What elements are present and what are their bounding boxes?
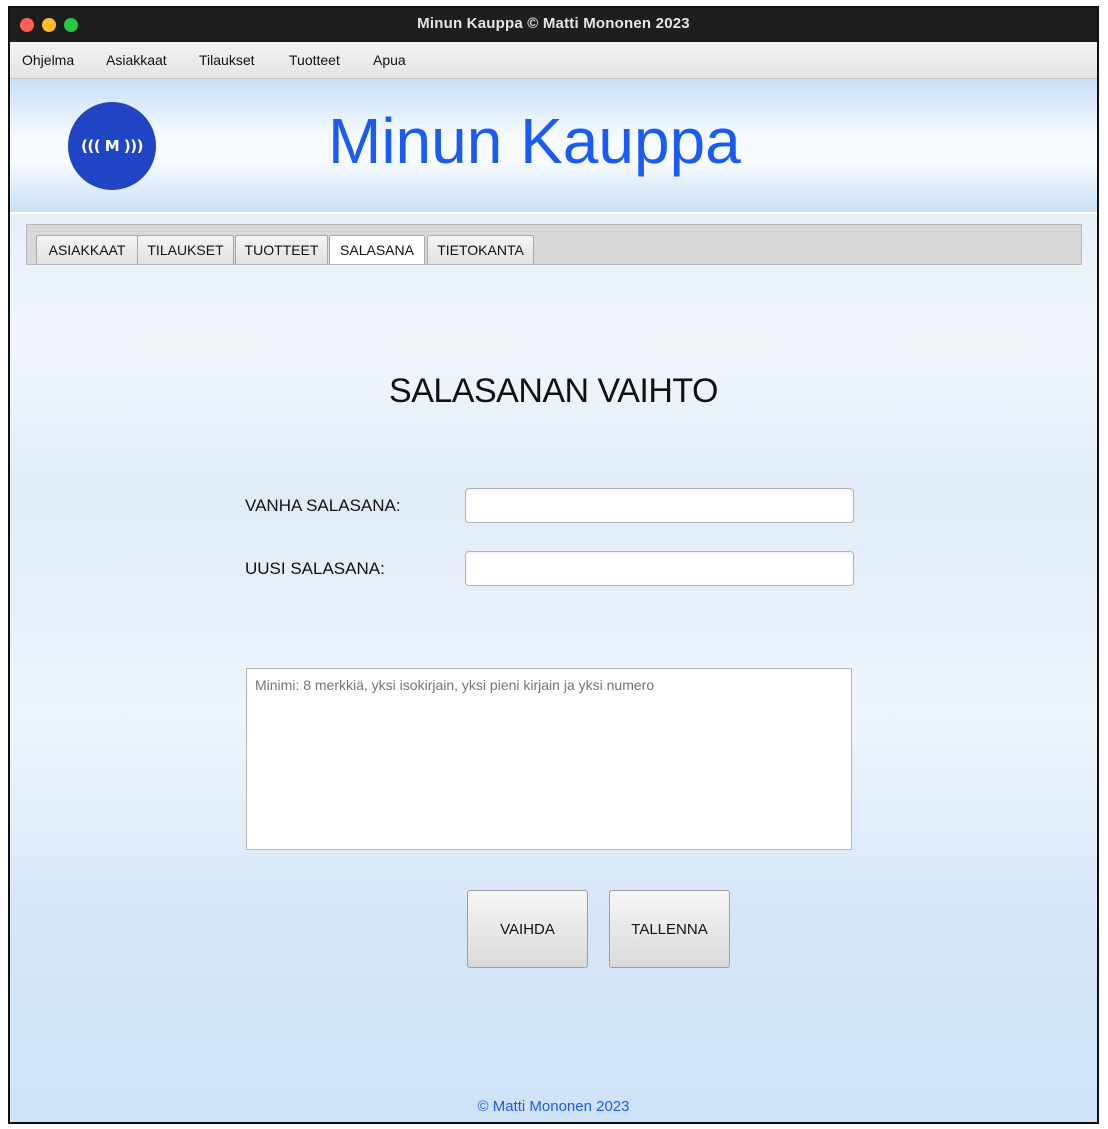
logo-text: ((( M )))	[80, 137, 144, 155]
old-password-field[interactable]	[465, 488, 854, 523]
app-header: ((( M ))) Minun Kauppa	[10, 79, 1097, 212]
tab-tuotteet[interactable]: TUOTTEET	[235, 235, 328, 264]
footer-copyright: © Matti Mononen 2023	[477, 1098, 630, 1115]
title-bar: Minun Kauppa © Matti Mononen 2023	[10, 8, 1097, 42]
app-window: Minun Kauppa © Matti Mononen 2023 Ohjelm…	[8, 6, 1099, 1124]
change-password-button[interactable]: VAIHDA	[467, 890, 588, 968]
tab-bar: ASIAKKAAT TILAUKSET TUOTTEET SALASANA TI…	[26, 224, 1082, 265]
tab-tilaukset[interactable]: TILAUKSET	[137, 235, 234, 264]
menu-bar: Ohjelma Asiakkaat Tilaukset Tuotteet Apu…	[10, 42, 1097, 79]
app-logo: ((( M )))	[68, 102, 156, 190]
tab-tietokanta[interactable]: TIETOKANTA	[427, 235, 534, 264]
password-info-area[interactable]	[246, 668, 852, 850]
new-password-field[interactable]	[465, 551, 854, 586]
tab-asiakkaat[interactable]: ASIAKKAAT	[36, 235, 138, 264]
app-title: Minun Kauppa	[328, 105, 741, 177]
main-content: ASIAKKAAT TILAUKSET TUOTTEET SALASANA TI…	[10, 214, 1097, 1122]
section-title: SALASANAN VAIHTO	[389, 372, 718, 410]
menu-asiakkaat[interactable]: Asiakkaat	[106, 42, 167, 78]
save-button[interactable]: TALLENNA	[609, 890, 730, 968]
menu-tuotteet[interactable]: Tuotteet	[289, 42, 340, 78]
window-title: Minun Kauppa © Matti Mononen 2023	[417, 15, 690, 32]
menu-ohjelma[interactable]: Ohjelma	[22, 42, 74, 78]
menu-tilaukset[interactable]: Tilaukset	[199, 42, 255, 78]
tab-salasana[interactable]: SALASANA	[329, 235, 425, 264]
menu-apua[interactable]: Apua	[373, 42, 406, 78]
new-password-label: UUSI SALASANA:	[245, 559, 385, 578]
old-password-label: VANHA SALASANA:	[245, 496, 401, 515]
